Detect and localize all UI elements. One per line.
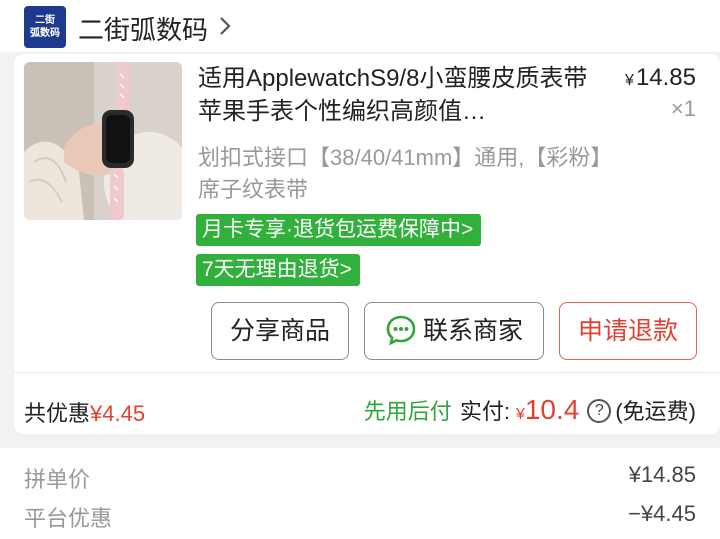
product-thumbnail[interactable] bbox=[24, 62, 182, 220]
shop-header[interactable]: 二街 弧数码 二街弧数码 bbox=[0, 0, 720, 52]
share-product-button[interactable]: 分享商品 bbox=[211, 302, 349, 360]
breakdown-row: 平台优惠 −¥4.45 bbox=[24, 501, 696, 535]
total-discount-amount: ¥4.45 bbox=[90, 401, 146, 426]
shop-logo: 二街 弧数码 bbox=[24, 6, 66, 48]
price-value: 14.85 bbox=[635, 64, 696, 91]
chevron-right-icon[interactable] bbox=[218, 14, 232, 38]
chat-bubble-icon bbox=[386, 315, 416, 346]
paid-amount: 10.4 bbox=[524, 394, 580, 425]
request-refund-label: 申请退款 bbox=[577, 316, 678, 345]
breakdown-label-platform-discount: 平台优惠 bbox=[24, 506, 113, 531]
price-breakdown: 拼单价 ¥14.85 平台优惠 −¥4.45 bbox=[0, 448, 720, 539]
contact-seller-label: 联系商家 bbox=[422, 316, 523, 345]
product-quantity: ×1 bbox=[670, 96, 696, 121]
order-item-card: 适用ApplewatchS9/8小蛮腰皮质表带苹果手表个性编织高颜值… ¥14.… bbox=[14, 54, 720, 434]
product-image-icon bbox=[24, 62, 182, 220]
service-tag-7day-return[interactable]: 7天无理由退货> bbox=[196, 254, 360, 286]
request-refund-button[interactable]: 申请退款 bbox=[559, 302, 697, 360]
paid-currency: ¥ bbox=[515, 406, 525, 423]
product-price: ¥14.85 bbox=[625, 64, 696, 92]
product-spec: 划扣式接口【38/40/41mm】通用,【彩粉】席子纹表带 bbox=[198, 145, 613, 202]
help-icon[interactable]: ? bbox=[587, 399, 612, 424]
service-tag-return-shipping[interactable]: 月卡专享·退货包运费保障中> bbox=[196, 214, 482, 246]
contact-seller-button[interactable]: 联系商家 bbox=[364, 302, 544, 360]
pay-later-label[interactable]: 先用后付 bbox=[364, 399, 452, 424]
product-title[interactable]: 适用ApplewatchS9/8小蛮腰皮质表带苹果手表个性编织高颜值… bbox=[198, 62, 598, 128]
breakdown-value-platform-discount: −¥4.45 bbox=[628, 501, 696, 526]
total-discount: 共优惠¥4.45 bbox=[24, 396, 145, 428]
breakdown-label-group-price: 拼单价 bbox=[24, 467, 91, 492]
divider bbox=[14, 372, 720, 373]
price-currency: ¥ bbox=[625, 72, 634, 89]
share-product-label: 分享商品 bbox=[229, 316, 330, 345]
total-discount-label: 共优惠 bbox=[24, 401, 91, 426]
payment-summary: 先用后付 实付: ¥10.4? (免运费) bbox=[364, 394, 696, 426]
shop-name[interactable]: 二街弧数码 bbox=[78, 10, 208, 47]
paid-label: 实付: bbox=[459, 399, 510, 424]
shipping-note: (免运费) bbox=[615, 399, 696, 424]
breakdown-row: 拼单价 ¥14.85 bbox=[24, 462, 696, 496]
shop-logo-line2: 弧数码 bbox=[30, 28, 60, 39]
shop-logo-line1: 二街 bbox=[35, 15, 55, 26]
breakdown-value-group-price: ¥14.85 bbox=[628, 462, 696, 487]
